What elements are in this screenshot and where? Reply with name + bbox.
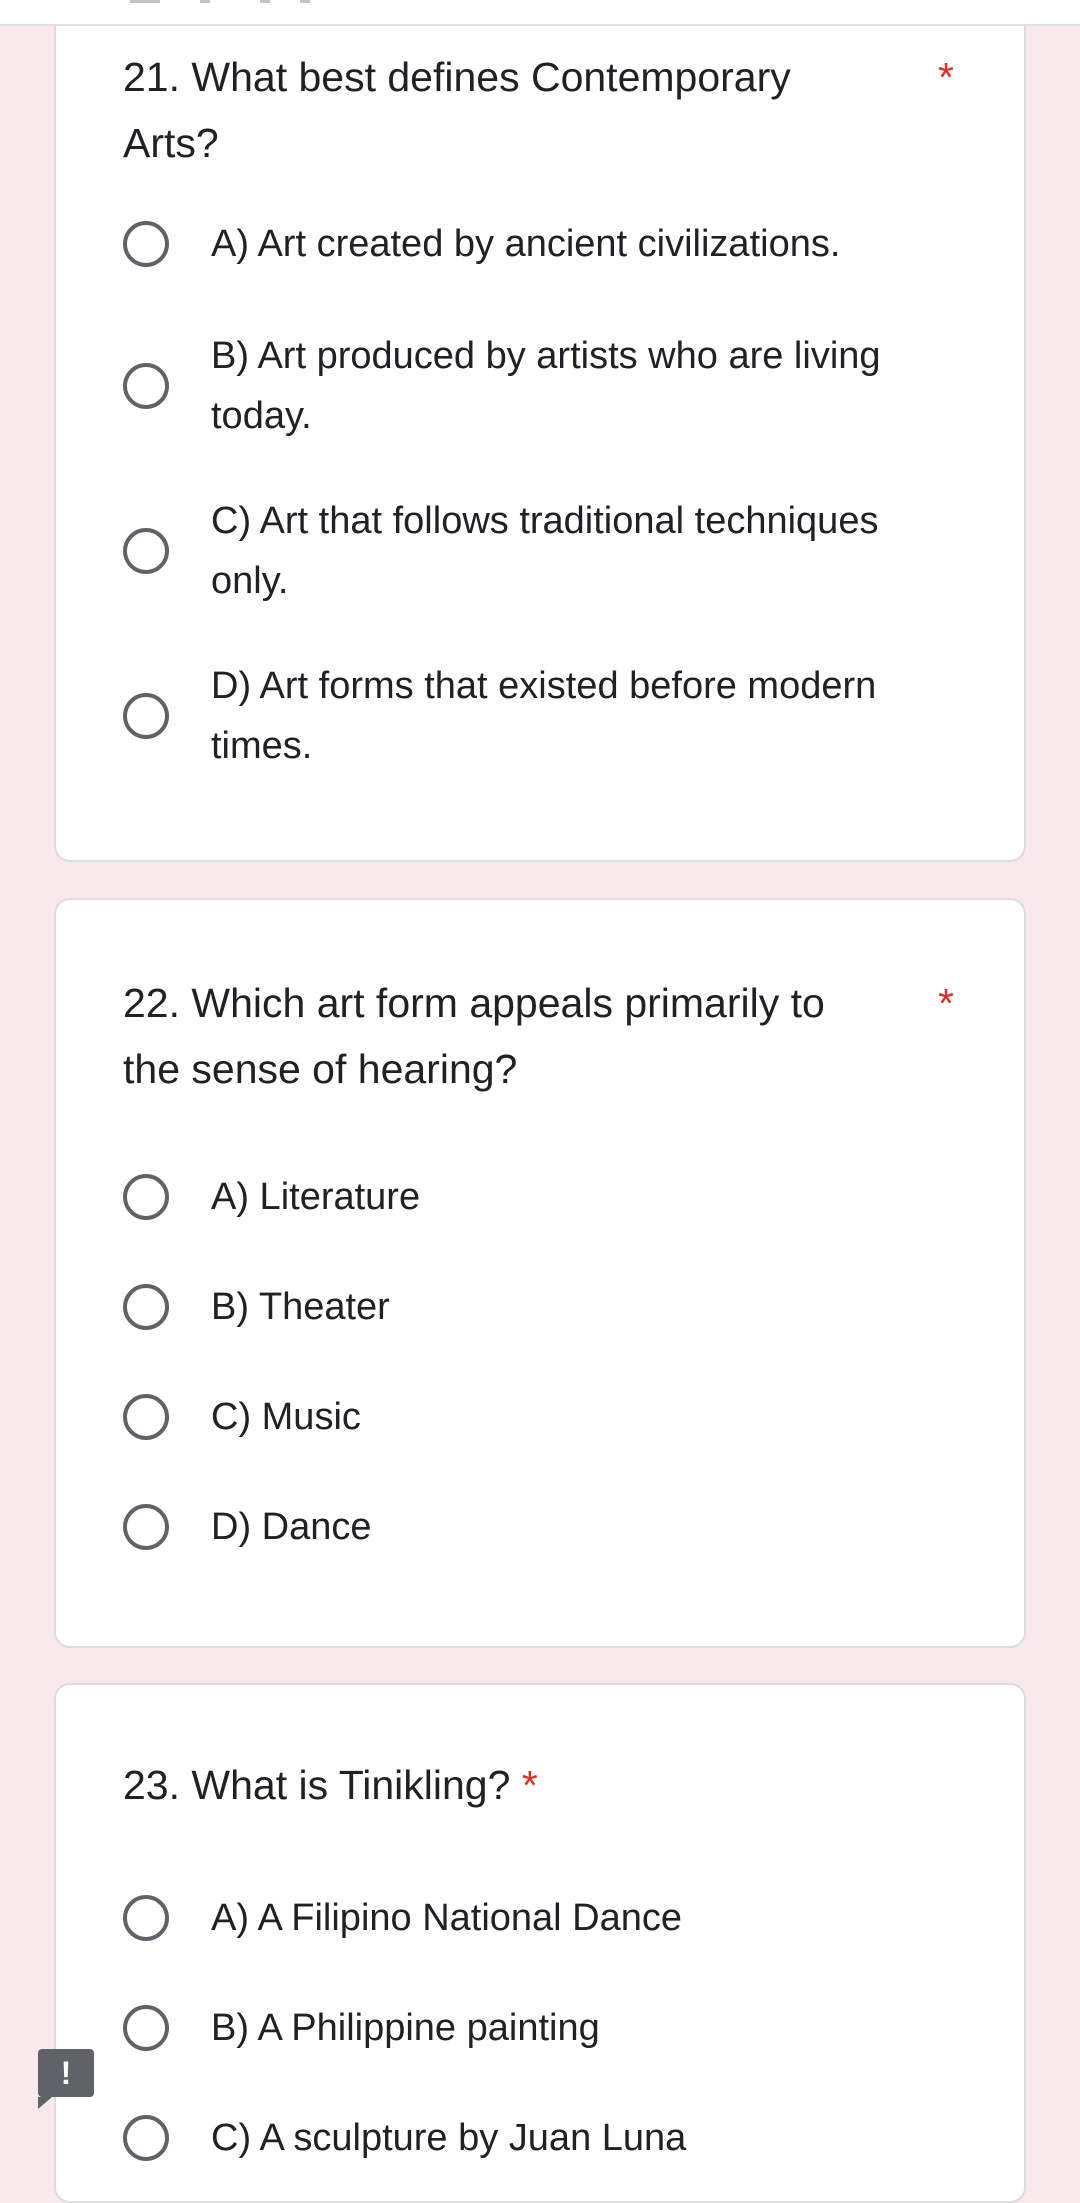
question-title-line: Arts? xyxy=(123,120,219,166)
option-b[interactable]: B) Art produced by artists who are livin… xyxy=(123,326,964,446)
question-card-23: 23. What is Tinikling? * A) A Filipino N… xyxy=(54,1683,1026,2203)
radio-button[interactable] xyxy=(123,1284,169,1330)
radio-button[interactable] xyxy=(123,693,169,739)
option-label: C) Music xyxy=(211,1396,361,1438)
question-card-21: 21. What best defines Contemporary Arts?… xyxy=(54,26,1026,862)
option-label: B) Theater xyxy=(211,1286,390,1328)
question-title-text: 23. What is Tinikling? xyxy=(123,1762,511,1808)
option-label: A) A Filipino National Dance xyxy=(211,1897,683,1939)
top-bar-fragment xyxy=(300,0,310,3)
question-title-line: 22. Which art form appeals primarily to xyxy=(123,980,825,1026)
option-label: B) A Philippine painting xyxy=(211,2007,600,2049)
option-label: D) Art forms that existed before modern … xyxy=(211,656,876,776)
option-label: A) Literature xyxy=(211,1176,421,1218)
option-c[interactable]: C) A sculpture by Juan Luna xyxy=(123,2108,964,2168)
question-title-line: 21. What best defines Contemporary xyxy=(123,54,791,100)
option-a[interactable]: A) Literature xyxy=(123,1167,964,1227)
option-a[interactable]: A) A Filipino National Dance xyxy=(123,1888,964,1948)
question-title: 22. Which art form appeals primarily to … xyxy=(123,970,825,1102)
option-label: D) Dance xyxy=(211,1506,372,1548)
option-label-line: D) Art forms that existed before modern xyxy=(211,665,877,707)
question-card-22: 22. Which art form appeals primarily to … xyxy=(54,898,1026,1648)
question-title: 23. What is Tinikling? * xyxy=(123,1752,538,1818)
option-d[interactable]: D) Art forms that existed before modern … xyxy=(123,656,964,776)
option-c[interactable]: C) Art that follows traditional techniqu… xyxy=(123,491,964,611)
radio-button[interactable] xyxy=(123,1394,169,1440)
top-bar xyxy=(0,0,1080,26)
radio-button[interactable] xyxy=(123,1174,169,1220)
option-label-line: times. xyxy=(211,725,313,767)
question-title: 21. What best defines Contemporary Arts? xyxy=(123,44,791,176)
option-b[interactable]: B) A Philippine painting xyxy=(123,1998,964,2058)
radio-button[interactable] xyxy=(123,363,169,409)
radio-button[interactable] xyxy=(123,221,169,267)
option-label-line: A) Art created by ancient civilizations. xyxy=(211,223,841,265)
option-label: A) Art created by ancient civilizations. xyxy=(211,214,840,274)
top-bar-fragment xyxy=(200,0,210,3)
option-label: C) A sculpture by Juan Luna xyxy=(211,2117,687,2159)
option-label-line: today. xyxy=(211,395,312,437)
required-indicator: * xyxy=(938,54,954,100)
required-indicator: * xyxy=(938,980,954,1026)
report-issue-icon[interactable]: ! xyxy=(38,2049,94,2109)
top-bar-fragment xyxy=(130,0,160,3)
option-label-line: only. xyxy=(211,560,289,602)
option-label-line: C) Art that follows traditional techniqu… xyxy=(211,500,879,542)
required-indicator: * xyxy=(521,1762,538,1808)
radio-button[interactable] xyxy=(123,528,169,574)
option-label-line: B) Art produced by artists who are livin… xyxy=(211,335,881,377)
radio-button[interactable] xyxy=(123,1895,169,1941)
option-a[interactable]: A) Art created by ancient civilizations. xyxy=(123,214,964,274)
top-bar-fragment xyxy=(260,0,270,3)
option-label: B) Art produced by artists who are livin… xyxy=(211,326,881,446)
question-title-line: the sense of hearing? xyxy=(123,1046,518,1092)
option-d[interactable]: D) Dance xyxy=(123,1497,964,1557)
option-b[interactable]: B) Theater xyxy=(123,1277,964,1337)
option-label: C) Art that follows traditional techniqu… xyxy=(211,491,878,611)
radio-button[interactable] xyxy=(123,2115,169,2161)
radio-button[interactable] xyxy=(123,1504,169,1550)
option-c[interactable]: C) Music xyxy=(123,1387,964,1447)
radio-button[interactable] xyxy=(123,2005,169,2051)
